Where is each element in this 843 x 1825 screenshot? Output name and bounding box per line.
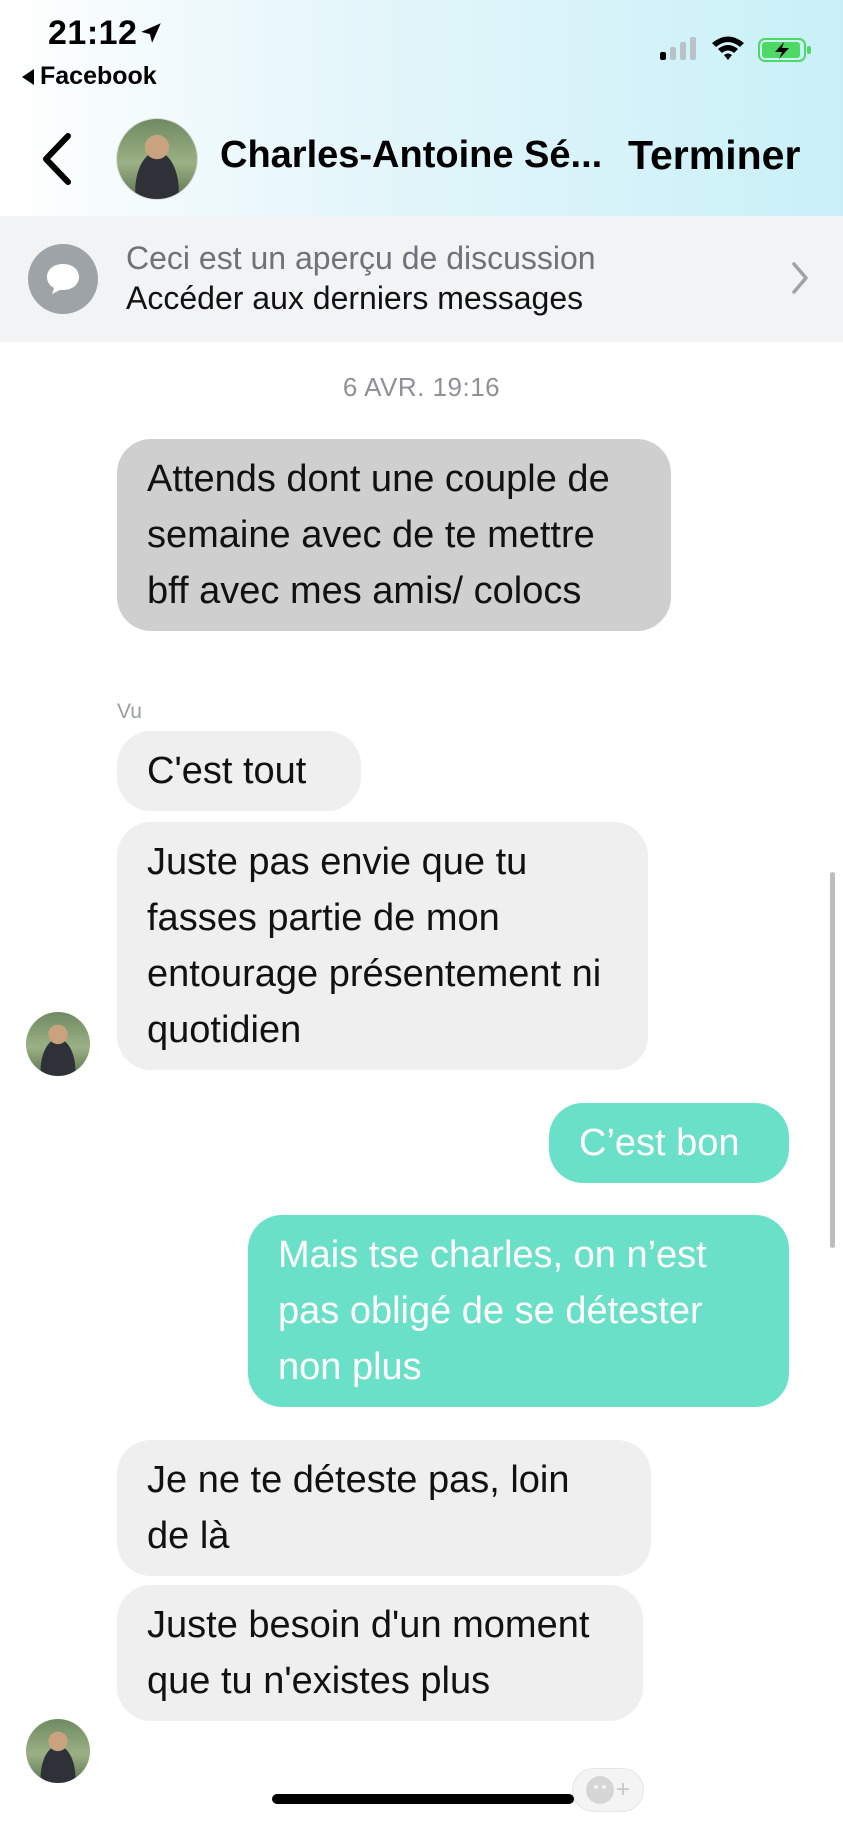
preview-title: Ceci est un aperçu de discussion [126,240,596,276]
battery-charging-icon [758,38,811,62]
chat-bubble-icon [28,244,98,314]
contact-name[interactable]: Charles-Antoine Sé... [220,134,602,177]
contact-avatar-small[interactable] [26,1719,90,1783]
preview-banner[interactable]: Ceci est un aperçu de discussion Accéder… [0,216,843,342]
wifi-icon [712,36,744,60]
back-to-app-link[interactable]: Facebook [22,62,157,91]
contact-avatar-small[interactable] [26,1012,90,1076]
message-bubble-incoming[interactable]: Juste besoin d'un moment que tu n'existe… [117,1585,643,1721]
done-button[interactable]: Terminer [628,132,800,179]
smiley-icon [585,1776,614,1804]
message-bubble-incoming[interactable]: C'est tout [117,731,361,811]
message-bubble-incoming[interactable]: Attends dont une couple de semaine avec … [117,439,671,631]
back-triangle-icon [22,68,34,85]
home-indicator[interactable] [272,1794,574,1804]
location-arrow-icon [141,23,161,43]
message-bubble-outgoing[interactable]: Mais tse charles, on n’est pas obligé de… [248,1215,789,1407]
cellular-signal-icon [660,36,696,60]
add-reaction-button[interactable]: + [572,1768,644,1812]
status-time: 21:12 [48,14,138,52]
message-bubble-outgoing[interactable]: C’est bon [549,1103,789,1183]
back-chevron-icon[interactable] [38,130,78,188]
contact-avatar[interactable] [116,118,198,200]
chevron-right-icon [792,262,808,294]
seen-label: Vu [117,700,142,723]
back-app-label: Facebook [40,62,157,90]
plus-icon: + [615,1776,630,1803]
message-bubble-incoming[interactable]: Juste pas envie que tu fasses partie de … [117,822,648,1070]
scrollbar[interactable] [830,872,835,1248]
preview-link[interactable]: Accéder aux derniers messages [126,280,583,317]
message-timestamp: 6 AVR. 19:16 [342,372,501,402]
conversation-header: Charles-Antoine Sé... Terminer [0,108,843,208]
message-bubble-incoming[interactable]: Je ne te déteste pas, loin de là [117,1440,651,1576]
